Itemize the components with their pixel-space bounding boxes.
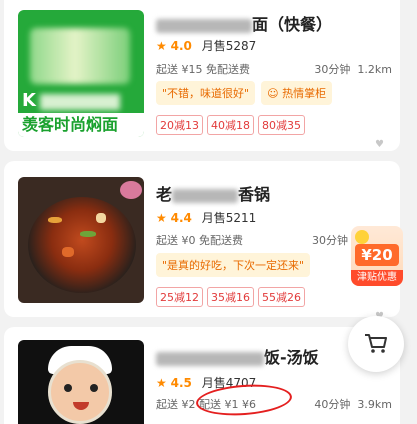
chef-face [48,360,112,424]
quote-row: "不错，味道很好" ☺ 热情掌柜 [156,81,333,105]
hot-tag-label: 热情掌柜 [282,87,327,100]
rating-row: ★ 4.4 月售5211 [156,209,256,226]
star-icon: ★ [156,211,167,225]
redacted-name [156,18,252,33]
store-name-visible: 饭-汤饭 [264,348,319,367]
delivery-row: 起送 ¥0 免配送费 30分钟 [156,232,348,248]
eye [64,384,72,392]
review-quote: "不错，味道很好" [156,81,256,105]
store-name-prefix: 老 [156,185,173,204]
rating-score: 4.5 [170,376,192,390]
quote-row: "是真的好吃，下次一定还来" [156,253,311,277]
logo-letter: K [22,90,36,111]
redacted-name [156,351,264,366]
store-thumbnail[interactable] [18,340,144,424]
promo-tag: 25减12 [156,287,203,307]
store-card[interactable]: 老 香锅 ★ 4.4 月售5211 起送 ¥0 免配送费 30分钟 "是真的好吃，… [4,161,400,322]
rating-score: 4.4 [170,211,192,225]
store-name-visible: 香锅 [238,185,271,204]
subsidy-label: 津贴优惠 [351,270,403,286]
delivery-row: 起送 ¥15 免配送费 30分钟 1.2km [156,61,392,77]
spicy-pot-image [28,197,136,293]
promo-row: 20减13 40减18 80减35 [156,115,309,135]
min-order: 起送 ¥15 [156,63,203,76]
rating-row: ★ 4.0 月售5287 [156,37,256,54]
cart-icon [365,334,387,353]
thumbnail-caption: 羡客时尚焖面 [18,113,144,137]
monthly-sales: 月售5211 [201,211,257,225]
delivery-time: 30分钟 [312,234,348,247]
store-name[interactable]: 饭-汤饭 [156,344,319,368]
star-icon: ★ [156,376,167,390]
distance: 1.2km [357,63,392,76]
min-order: 起送 ¥0 [156,234,196,247]
distance: 3.9km [357,398,392,411]
store-name[interactable]: 老 香锅 [156,181,270,205]
store-name-visible: 面（快餐） [252,15,333,34]
blurred-logo-text [40,94,120,110]
rating-score: 4.0 [170,39,192,53]
subsidy-amount: ¥20 [355,244,399,266]
promo-tag: 55减26 [258,287,305,307]
min-order: 起送 ¥2 [156,398,196,411]
cart-button[interactable] [348,316,404,372]
blurred-logo [30,28,130,84]
star-icon: ★ [156,39,167,53]
subsidy-badge[interactable]: ¥20 津贴优惠 [351,226,403,286]
promo-row: 25减12 35减16 55减26 [156,287,309,307]
monthly-sales: 月售5287 [201,39,257,53]
delivery-time: 30分钟 [314,63,351,76]
eye [90,384,98,392]
store-list: K 羡客时尚焖面 面（快餐） ★ 4.0 月售5287 起送 ¥15 免配送费 … [0,0,417,424]
review-quote: "是真的好吃，下次一定还来" [156,253,311,277]
favorite-icon[interactable]: ♥ [375,139,384,150]
onion-garnish [120,181,142,199]
store-thumbnail[interactable] [18,177,144,303]
promo-tag: 40减18 [207,115,254,135]
store-card[interactable]: K 羡客时尚焖面 面（快餐） ★ 4.0 月售5287 起送 ¥15 免配送费 … [4,0,400,151]
store-name[interactable]: 面（快餐） [156,11,332,35]
delivery-fee: 免配送费 [199,234,243,247]
promo-tag: 80减35 [258,115,305,135]
store-thumbnail[interactable]: K 羡客时尚焖面 [18,10,144,137]
hot-tag: ☺ 热情掌柜 [261,81,333,105]
promo-tag: 35减16 [207,287,254,307]
smile-icon: ☺ [267,87,279,100]
coin-icon [355,230,369,244]
promo-tag: 20减13 [156,115,203,135]
redacted-name [172,188,239,203]
delivery-time: 40分钟 [314,398,351,411]
delivery-fee: 免配送费 [206,63,250,76]
